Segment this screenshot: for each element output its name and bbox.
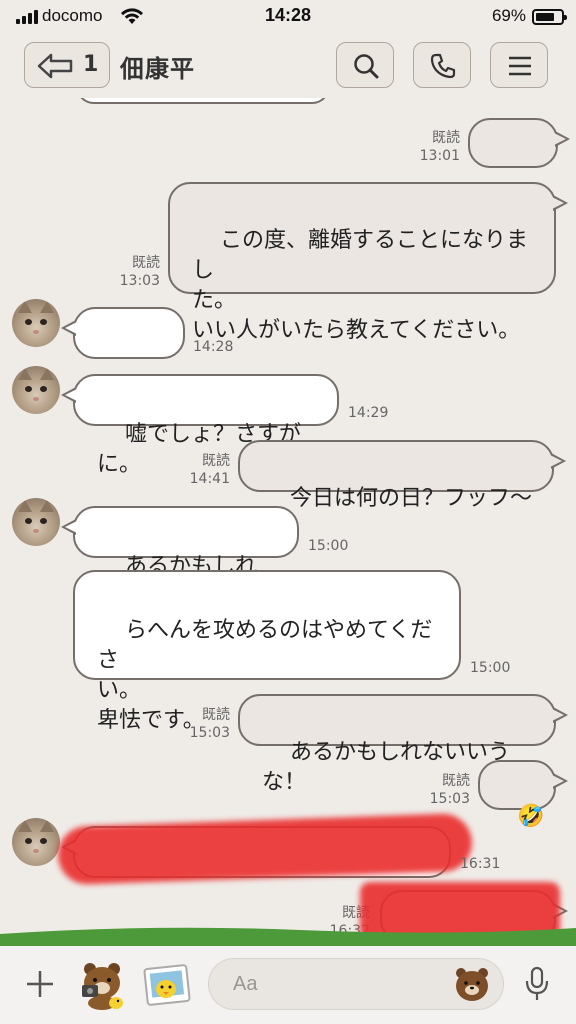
microphone-icon[interactable] xyxy=(524,966,550,1002)
message-bubble-incoming[interactable]: え？ xyxy=(61,307,185,410)
phone-icon xyxy=(430,53,456,79)
status-bar: docomo 14:28 69% xyxy=(0,0,576,34)
message-status: 既読 13:03 xyxy=(110,254,160,290)
search-button[interactable] xyxy=(336,42,394,88)
message-input-placeholder: Aa xyxy=(233,973,258,995)
message-status: 既読 15:03 xyxy=(420,772,470,808)
message-time: 14:28 xyxy=(193,339,234,355)
previous-message-bubble[interactable] xyxy=(76,98,330,104)
chat-header: 1 佃康平 xyxy=(0,34,576,98)
read-receipt: 既読 xyxy=(132,255,160,271)
message-bubble-outgoing[interactable]: 今日は何の日？フッフ〜♪ xyxy=(238,440,566,541)
battery-icon xyxy=(532,9,567,25)
message-bubble-incoming[interactable]: あるかもしれない xyxy=(61,506,299,609)
message-time: 15:00 xyxy=(470,660,511,676)
battery-percentage: 69% xyxy=(491,6,526,25)
message-text: この度、離婚することになりまし た。 いい人がいたら教えてください。 xyxy=(192,228,528,343)
message-text: 今日は何の日？フッフ〜♪ xyxy=(262,486,532,541)
message-status: 既読 13:01 xyxy=(410,129,460,165)
message-time: 14:41 xyxy=(189,471,230,487)
photo-gallery-icon[interactable] xyxy=(142,959,194,1011)
call-button[interactable] xyxy=(413,42,471,88)
message-bubble-incoming[interactable]: 嘘でしょ？さすがに。 xyxy=(61,374,339,477)
message-input-bar: Aa xyxy=(0,946,576,1024)
bear-emoji-icon[interactable] xyxy=(452,965,492,1003)
message-time: 16:31 xyxy=(460,856,501,872)
message-time: 13:01 xyxy=(419,148,460,164)
chat-title: 佃康平 xyxy=(120,55,195,83)
contact-avatar[interactable] xyxy=(12,299,60,347)
message-time: 15:03 xyxy=(189,725,230,741)
message-bubble-outgoing[interactable]: この度、離婚することになりまし た。 いい人がいたら教えてください。 xyxy=(168,182,568,343)
read-receipt: 既読 xyxy=(442,773,470,789)
emoji-rofl-icon: 🤣 xyxy=(517,804,545,829)
read-receipt: 既読 xyxy=(432,130,460,146)
message-bubble-outgoing[interactable]: あら xyxy=(468,118,570,219)
message-time: 15:03 xyxy=(429,791,470,807)
contact-avatar[interactable] xyxy=(12,366,60,414)
message-text: あるかもしれないいうな！ xyxy=(262,740,510,795)
back-button[interactable]: 1 xyxy=(24,42,110,88)
plus-icon[interactable] xyxy=(24,968,56,1000)
message-bubble-incoming[interactable]: らへんを攻めるのはやめてくださ い。 卑怯です。 xyxy=(73,570,461,733)
read-receipt: 既読 xyxy=(202,707,230,723)
back-arrow-icon xyxy=(37,53,73,79)
chat-area[interactable]: 既読 13:01 あら 既読 13:03 この度、離婚することになりまし た。 … xyxy=(0,98,576,946)
contact-avatar[interactable] xyxy=(12,818,60,866)
search-icon xyxy=(354,54,379,79)
brown-bear-camera-sticker-icon[interactable] xyxy=(76,959,128,1011)
read-receipt: 既読 xyxy=(202,453,230,469)
menu-icon xyxy=(509,56,531,76)
unread-count: 1 xyxy=(83,52,99,77)
contact-avatar[interactable] xyxy=(12,498,60,546)
message-bubble-outgoing[interactable]: 🤣 xyxy=(478,760,568,829)
menu-button[interactable] xyxy=(490,42,548,88)
message-status: 既読 14:41 xyxy=(180,452,230,488)
message-time: 15:00 xyxy=(308,538,349,554)
status-time: 14:28 xyxy=(264,5,312,25)
message-status: 既読 15:03 xyxy=(178,706,230,742)
message-bubble-outgoing[interactable]: あるかもしれないいうな！ xyxy=(238,694,568,795)
message-time: 13:03 xyxy=(119,273,160,289)
message-time: 14:29 xyxy=(348,405,389,421)
